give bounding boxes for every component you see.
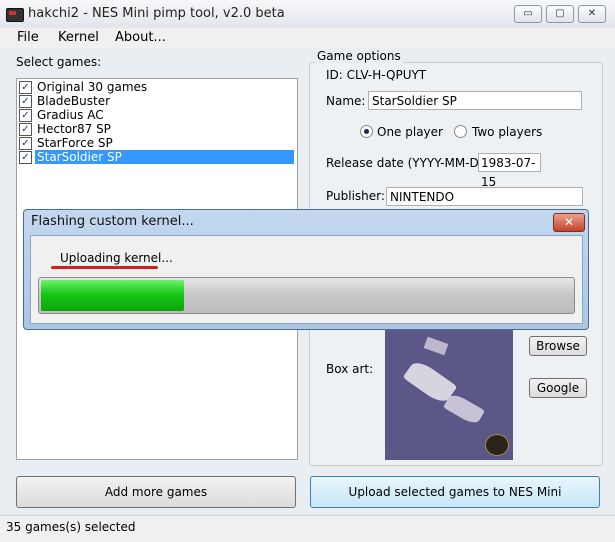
box-art-ship-shape <box>423 336 449 356</box>
add-more-games-button[interactable]: Add more games <box>16 476 296 508</box>
game-label: Original 30 games <box>37 80 148 94</box>
progress-fill <box>41 280 184 311</box>
app-icon <box>6 8 24 22</box>
release-date-label: Release date (YYYY-MM-DD) <box>326 156 493 170</box>
name-label: Name: <box>326 94 366 108</box>
game-label: StarForce SP <box>37 136 113 150</box>
publisher-label: Publisher: <box>326 189 385 203</box>
name-field[interactable]: StarSoldier SP <box>368 91 582 110</box>
checkbox[interactable]: ✓ <box>19 123 32 136</box>
select-games-label: Select games: <box>16 55 102 69</box>
list-item[interactable]: ✓ Original 30 games <box>18 80 294 94</box>
box-art-ship-shape <box>443 391 485 427</box>
annotation-underline <box>51 266 158 269</box>
list-item[interactable]: ✓ BladeBuster <box>18 94 294 108</box>
menu-kernel[interactable]: Kernel <box>58 30 99 45</box>
progress-bar <box>38 277 575 314</box>
list-item[interactable]: ✓ StarForce SP <box>18 136 294 150</box>
google-button[interactable]: Google <box>529 378 587 398</box>
checkbox[interactable]: ✓ <box>19 81 32 94</box>
box-art-seal <box>485 434 509 456</box>
checkbox[interactable]: ✓ <box>19 95 32 108</box>
release-date-field[interactable]: 1983-07-15 <box>478 153 541 189</box>
publisher-field[interactable]: NINTENDO <box>386 187 583 206</box>
dialog-close-button[interactable]: ✕ <box>553 213 585 232</box>
menu-file[interactable]: File <box>17 30 39 45</box>
game-label: Hector87 SP <box>37 122 111 136</box>
game-options-title: Game options <box>315 49 403 63</box>
two-players-label[interactable]: Two players <box>472 125 542 139</box>
game-id: ID: CLV-H-QPUYT <box>326 68 427 82</box>
two-players-radio[interactable] <box>454 125 467 138</box>
minimize-button[interactable]: ▭ <box>514 5 542 23</box>
close-button[interactable]: ✕ <box>578 5 606 23</box>
game-label: Gradius AC <box>37 108 104 122</box>
upload-games-button[interactable]: Upload selected games to NES Mini <box>310 476 600 508</box>
game-label: StarSoldier SP <box>35 150 294 164</box>
list-item[interactable]: ✓ Gradius AC <box>18 108 294 122</box>
window-title: hakchi2 - NES Mini pimp tool, v2.0 beta <box>28 6 285 21</box>
menu-about[interactable]: About... <box>115 30 166 45</box>
box-art-image <box>385 330 513 460</box>
dialog-title: Flashing custom kernel... <box>31 214 194 229</box>
browse-button[interactable]: Browse <box>529 336 587 356</box>
one-player-label[interactable]: One player <box>377 125 443 139</box>
checkbox[interactable]: ✓ <box>19 137 32 150</box>
list-item-selected[interactable]: ✓ StarSoldier SP <box>18 150 294 164</box>
one-player-radio[interactable] <box>360 125 373 138</box>
game-label: BladeBuster <box>37 94 111 108</box>
checkbox[interactable]: ✓ <box>19 151 32 164</box>
box-art-label: Box art: <box>326 362 374 376</box>
status-text: 35 games(s) selected <box>6 520 136 534</box>
list-item[interactable]: ✓ Hector87 SP <box>18 122 294 136</box>
dialog-message: Uploading kernel... <box>60 251 173 265</box>
checkbox[interactable]: ✓ <box>19 109 32 122</box>
maximize-button[interactable]: ▢ <box>546 5 574 23</box>
